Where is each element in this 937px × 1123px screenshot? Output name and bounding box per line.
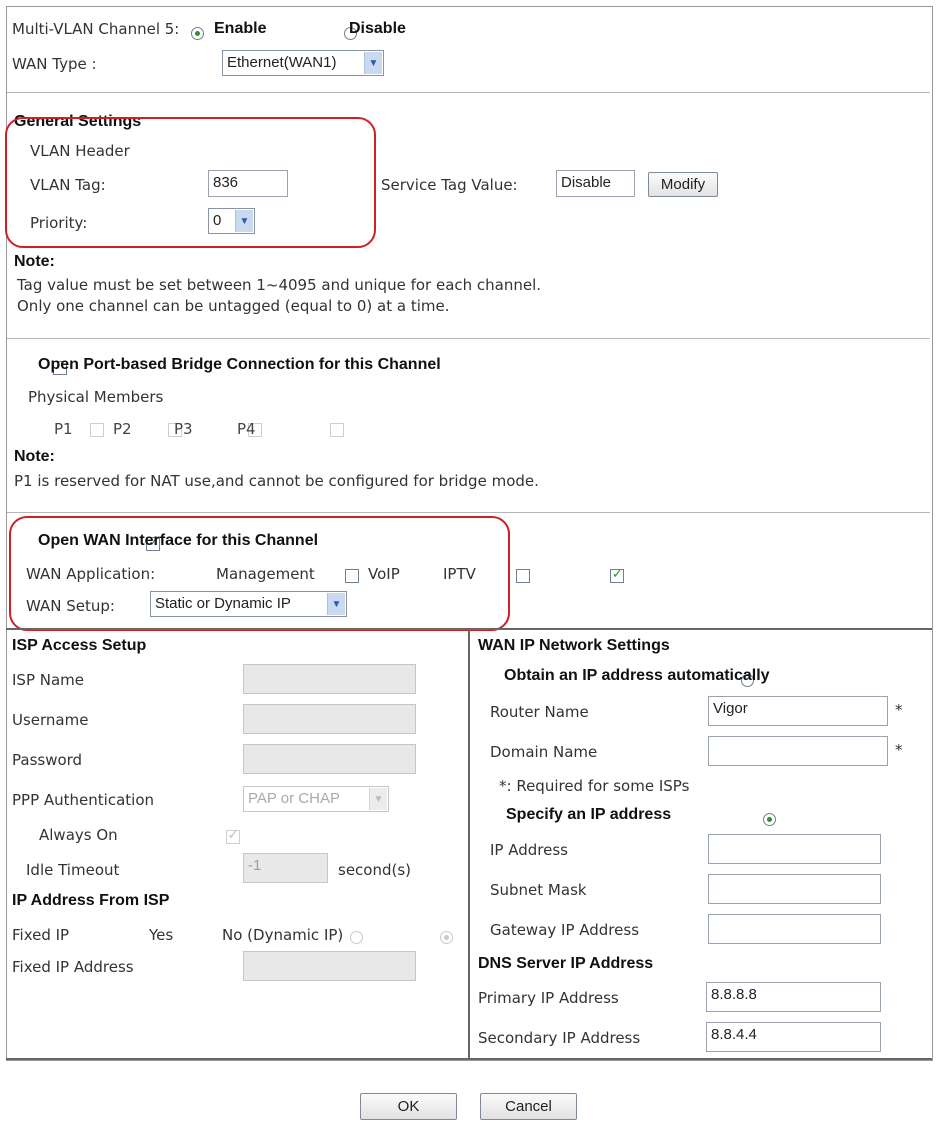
gateway-label: Gateway IP Address bbox=[490, 921, 640, 939]
grid-divider bbox=[468, 628, 470, 1059]
ppp-auth-select[interactable]: PAP or CHAP ▼ bbox=[243, 786, 389, 812]
vlan-note-line2: Only one channel can be untagged (equal … bbox=[17, 297, 450, 315]
password-input[interactable] bbox=[243, 744, 416, 774]
bridge-note-title: Note: bbox=[14, 448, 55, 465]
gateway-input[interactable] bbox=[708, 914, 881, 944]
idle-timeout-input[interactable]: -1 bbox=[243, 853, 328, 883]
divider bbox=[7, 92, 930, 93]
specify-ip-label: Specify an IP address bbox=[506, 806, 672, 823]
channel-label: Multi-VLAN Channel 5: bbox=[12, 20, 180, 38]
ok-button[interactable]: OK bbox=[360, 1093, 457, 1120]
priority-label: Priority: bbox=[30, 214, 88, 232]
idle-timeout-label: Idle Timeout bbox=[26, 861, 120, 879]
port-label-p4: P4 bbox=[237, 420, 256, 438]
management-label: Management bbox=[216, 565, 315, 583]
router-name-input[interactable]: Vigor bbox=[708, 696, 888, 726]
chevron-down-icon: ▼ bbox=[364, 52, 382, 74]
iptv-checkbox[interactable] bbox=[609, 567, 624, 583]
disable-label: Disable bbox=[349, 20, 406, 37]
port-label-p3: P3 bbox=[174, 420, 193, 438]
fixed-ip-label: Fixed IP bbox=[12, 926, 70, 944]
ip-address-input[interactable] bbox=[708, 834, 881, 864]
wan-setup-label: WAN Setup: bbox=[26, 597, 115, 615]
vlan-note-line1: Tag value must be set between 1~4095 and… bbox=[17, 276, 542, 294]
ppp-auth-label: PPP Authentication bbox=[12, 791, 155, 809]
domain-name-label: Domain Name bbox=[490, 743, 598, 761]
secondary-dns-input[interactable]: 8.8.4.4 bbox=[706, 1022, 881, 1052]
divider bbox=[7, 338, 930, 339]
isp-heading: ISP Access Setup bbox=[12, 637, 147, 654]
management-checkbox[interactable] bbox=[345, 568, 360, 583]
priority-select[interactable]: 0 ▼ bbox=[208, 208, 255, 234]
router-name-label: Router Name bbox=[490, 703, 589, 721]
domain-name-input[interactable] bbox=[708, 736, 888, 766]
vlan-tag-input[interactable]: 836 bbox=[208, 170, 288, 197]
port-label-p2: P2 bbox=[113, 420, 132, 438]
wan-type-label: WAN Type : bbox=[12, 55, 97, 73]
idle-unit-label: second(s) bbox=[338, 861, 412, 879]
bridge-note-line: P1 is reserved for NAT use,and cannot be… bbox=[14, 472, 539, 490]
fixed-ip-address-input[interactable] bbox=[243, 951, 416, 981]
cancel-button[interactable]: Cancel bbox=[480, 1093, 577, 1120]
wan-interface-label: Open WAN Interface for this Channel bbox=[38, 532, 319, 549]
obtain-ip-label: Obtain an IP address automatically bbox=[504, 667, 770, 684]
username-label: Username bbox=[12, 711, 89, 729]
domain-name-required: * bbox=[895, 741, 903, 759]
secondary-dns-label: Secondary IP Address bbox=[478, 1029, 641, 1047]
vlan-note-title: Note: bbox=[14, 253, 55, 270]
service-tag-label: Service Tag Value: bbox=[381, 176, 518, 194]
always-on-label: Always On bbox=[39, 826, 118, 844]
modify-button[interactable]: Modify bbox=[648, 172, 718, 197]
wan-ip-heading: WAN IP Network Settings bbox=[478, 637, 670, 654]
port-checkbox-p1[interactable] bbox=[90, 422, 105, 437]
wan-application-label: WAN Application: bbox=[26, 565, 156, 583]
voip-checkbox[interactable] bbox=[516, 568, 531, 583]
username-input[interactable] bbox=[243, 704, 416, 734]
ip-from-isp-heading: IP Address From ISP bbox=[12, 892, 170, 909]
grid-bottom-line bbox=[6, 1058, 932, 1060]
primary-dns-label: Primary IP Address bbox=[478, 989, 619, 1007]
isp-name-label: ISP Name bbox=[12, 671, 85, 689]
subnet-mask-label: Subnet Mask bbox=[490, 881, 587, 899]
bridge-label: Open Port-based Bridge Connection for th… bbox=[38, 356, 441, 373]
specify-ip-radio[interactable] bbox=[762, 813, 776, 826]
chevron-down-icon: ▼ bbox=[235, 210, 253, 232]
divider bbox=[7, 512, 930, 513]
port-label-p1: P1 bbox=[54, 420, 73, 438]
password-label: Password bbox=[12, 751, 83, 769]
primary-dns-input[interactable]: 8.8.8.8 bbox=[706, 982, 881, 1012]
general-settings-heading: General Settings bbox=[14, 113, 142, 130]
iptv-label: IPTV bbox=[443, 565, 476, 583]
vlan-header-label: VLAN Header bbox=[30, 142, 130, 160]
enable-label: Enable bbox=[214, 20, 267, 37]
always-on-checkbox[interactable] bbox=[225, 828, 240, 844]
subnet-mask-input[interactable] bbox=[708, 874, 881, 904]
router-name-required: * bbox=[895, 701, 903, 719]
wan-setup-select[interactable]: Static or Dynamic IP ▼ bbox=[150, 591, 347, 617]
fixed-ip-no-label: No (Dynamic IP) bbox=[222, 926, 344, 944]
vlan-tag-label: VLAN Tag: bbox=[30, 176, 106, 194]
chevron-down-icon: ▼ bbox=[369, 788, 387, 810]
enable-radio[interactable] bbox=[191, 27, 204, 40]
fixed-ip-address-label: Fixed IP Address bbox=[12, 958, 134, 976]
voip-label: VoIP bbox=[368, 565, 400, 583]
fixed-ip-yes-label: Yes bbox=[149, 926, 174, 944]
port-checkbox-p4[interactable] bbox=[329, 422, 344, 437]
physical-members-label: Physical Members bbox=[28, 388, 164, 406]
dns-heading: DNS Server IP Address bbox=[478, 955, 654, 972]
isp-name-input[interactable] bbox=[243, 664, 416, 694]
ip-address-label: IP Address bbox=[490, 841, 568, 859]
required-note: *: Required for some ISPs bbox=[499, 777, 690, 795]
chevron-down-icon: ▼ bbox=[327, 593, 345, 615]
wan-type-select[interactable]: Ethernet(WAN1) ▼ bbox=[222, 50, 384, 76]
service-tag-input[interactable]: Disable bbox=[556, 170, 635, 197]
